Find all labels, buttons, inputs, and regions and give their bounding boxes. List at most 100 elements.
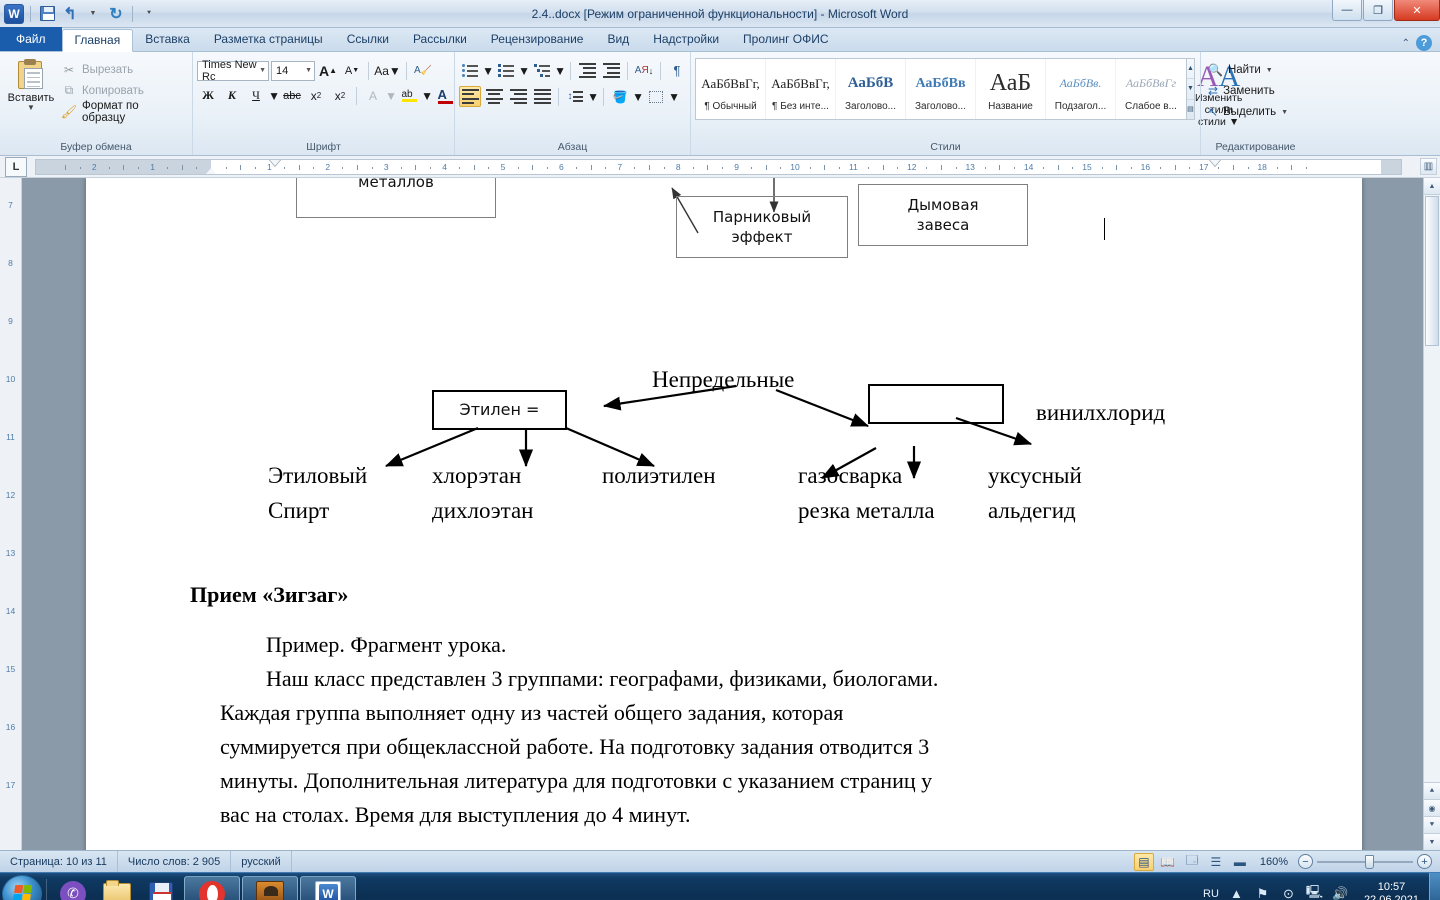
horizontal-ruler[interactable]: 2 1 1 2 3 4 5 6 7 8 9 10 11 12 13 14 15 16 17 18 — [35, 158, 1402, 175]
close-button[interactable]: ✕ — [1394, 0, 1440, 21]
diagram-box-greenhouse-effect[interactable]: Парниковый эффект — [676, 196, 848, 258]
diagram-box-empty[interactable] — [868, 384, 1004, 424]
underline-button[interactable]: Ч — [245, 85, 267, 106]
font-size-input[interactable]: 14 ▼ — [271, 60, 315, 81]
chevron-down-icon[interactable]: ▼ — [305, 67, 312, 74]
taskbar-explorer[interactable] — [95, 875, 139, 900]
superscript-button[interactable]: x2 — [329, 85, 351, 106]
view-web-layout-icon[interactable]: 🗔 — [1182, 853, 1202, 871]
tab-view[interactable]: Вид — [595, 28, 641, 51]
font-name-input[interactable]: Times New Rc ▼ — [197, 59, 269, 83]
grow-font-button[interactable]: A ▲ — [317, 60, 339, 81]
select-browse-object-button[interactable]: ◉ — [1424, 799, 1440, 816]
zoom-level[interactable]: 160% — [1260, 856, 1288, 868]
chevron-down-icon[interactable]: ▼ — [27, 104, 35, 112]
chevron-down-icon[interactable]: ▼ — [1187, 79, 1194, 100]
volume-icon[interactable]: 🔊 — [1332, 885, 1349, 900]
tab-mailings[interactable]: Рассылки — [401, 28, 479, 51]
taskbar-task-photo[interactable] — [242, 875, 298, 900]
bullets-dropdown-icon[interactable]: ▼ — [482, 60, 494, 81]
show-formatting-marks-button[interactable]: ¶ — [666, 60, 688, 81]
font-color-button[interactable]: A — [434, 85, 456, 106]
shading-dropdown-icon[interactable]: ▼ — [632, 86, 644, 107]
view-full-screen-reading-icon[interactable]: 📖 — [1158, 853, 1178, 871]
borders-button[interactable] — [645, 86, 667, 107]
style-normal[interactable]: АаБбВвГг, ¶ Обычный — [696, 59, 766, 119]
chevron-down-icon[interactable]: ▼ — [1281, 109, 1288, 116]
scroll-down-button[interactable]: ▼ — [1424, 833, 1440, 850]
tab-insert[interactable]: Вставка — [133, 28, 202, 51]
align-right-button[interactable] — [507, 86, 529, 107]
restore-button[interactable]: ❐ — [1363, 0, 1393, 21]
numbering-dropdown-icon[interactable]: ▼ — [518, 60, 530, 81]
tray-language[interactable]: RU — [1203, 888, 1219, 900]
paste-button[interactable]: Вставить ▼ — [4, 57, 58, 112]
view-draft-icon[interactable]: ▬ — [1230, 853, 1250, 871]
sort-button[interactable]: A Я ↓ — [633, 60, 655, 81]
redo-arrow-icon[interactable]: ↻ — [106, 4, 126, 24]
chevron-down-icon[interactable]: ▼ — [1266, 67, 1273, 74]
zoom-slider[interactable] — [1317, 854, 1413, 869]
tab-references[interactable]: Ссылки — [335, 28, 401, 51]
start-button[interactable] — [2, 874, 42, 900]
style-title[interactable]: АаБ Название — [976, 59, 1046, 119]
clear-formatting-button[interactable]: A 🧹 — [412, 60, 434, 81]
format-painter-button[interactable]: 🖌 Формат по образцу — [58, 100, 188, 124]
cut-button[interactable]: ✂ Вырезать — [58, 60, 188, 79]
highlight-dropdown-icon[interactable]: ▼ — [421, 85, 433, 106]
underline-dropdown-icon[interactable]: ▼ — [268, 85, 280, 106]
multilevel-dropdown-icon[interactable]: ▼ — [554, 60, 566, 81]
flag-icon[interactable]: ⚑ — [1254, 885, 1271, 900]
taskbar-task-opera[interactable] — [184, 875, 240, 900]
status-language[interactable]: русский — [231, 851, 292, 872]
scrollbar-thumb[interactable] — [1425, 196, 1439, 346]
zoom-in-button[interactable]: + — [1417, 854, 1432, 869]
bullets-button[interactable] — [459, 60, 481, 81]
find-button[interactable]: 🔍 Найти ▼ — [1205, 60, 1291, 80]
tab-file[interactable]: Файл — [0, 27, 62, 51]
chevron-up-icon[interactable]: ▲ — [1228, 885, 1245, 900]
styles-gallery-scroll[interactable]: ▲ ▼ ▤ — [1187, 58, 1195, 120]
diagram-box-ethylene[interactable]: Этилен = — [432, 390, 567, 430]
taskbar-viber[interactable]: ✆ — [51, 875, 95, 900]
show-desktop-button[interactable] — [1429, 872, 1440, 900]
decrease-indent-button[interactable] — [576, 60, 598, 81]
action-center-icon[interactable]: ⊙ — [1280, 885, 1297, 900]
taskbar-task-word[interactable]: W — [300, 875, 356, 900]
undo-dropdown-icon[interactable]: ▼ — [83, 4, 103, 24]
shrink-font-button[interactable]: A ▼ — [341, 60, 363, 81]
change-case-button[interactable]: Aa ▼ — [374, 60, 401, 81]
style-heading-2[interactable]: АаБбВв Заголово... — [906, 59, 976, 119]
chevron-up-icon[interactable]: ▲ — [1187, 59, 1194, 80]
view-print-layout-icon[interactable]: ▤ — [1133, 852, 1154, 871]
taskbar-save-app[interactable] — [139, 875, 183, 900]
style-subtitle[interactable]: АаБбВв. Подзагол... — [1046, 59, 1116, 119]
view-ruler-toggle-icon[interactable]: ▥ — [1420, 158, 1437, 175]
style-subtle-emphasis[interactable]: АаБбВвГг Слабое в... — [1116, 59, 1186, 119]
tab-review[interactable]: Рецензирование — [479, 28, 596, 51]
network-icon[interactable]: 🖳 — [1306, 884, 1323, 900]
style-no-spacing[interactable]: АаБбВвГг, ¶ Без инте... — [766, 59, 836, 119]
justify-button[interactable] — [531, 86, 553, 107]
diagram-box-metally[interactable]: металлов — [296, 178, 496, 218]
align-left-button[interactable] — [459, 86, 481, 107]
word-logo-icon[interactable]: W — [4, 3, 24, 24]
status-word-count[interactable]: Число слов: 2 905 — [118, 851, 232, 872]
chevron-up-icon[interactable]: ⌃ — [1402, 38, 1410, 49]
zoom-slider-thumb[interactable] — [1365, 854, 1374, 869]
shading-button[interactable]: 🪣 — [609, 86, 631, 107]
next-page-button[interactable]: ⯆ — [1424, 816, 1440, 833]
multilevel-list-button[interactable] — [531, 60, 553, 81]
right-indent-marker[interactable] — [1209, 159, 1222, 166]
tab-home[interactable]: Главная — [61, 29, 134, 52]
line-spacing-button[interactable]: ↕ — [564, 86, 586, 107]
borders-dropdown-icon[interactable]: ▼ — [668, 86, 680, 107]
previous-page-button[interactable]: ⯅ — [1424, 782, 1440, 799]
text-effects-dropdown-icon[interactable]: ▼ — [385, 85, 397, 106]
tab-stop-selector[interactable]: L — [5, 156, 27, 177]
highlight-color-button[interactable]: ab — [398, 85, 420, 106]
copy-button[interactable]: ⧉ Копировать — [58, 81, 188, 100]
increase-indent-button[interactable] — [600, 60, 622, 81]
status-page[interactable]: Страница: 10 из 11 — [0, 851, 118, 872]
align-center-button[interactable] — [483, 86, 505, 107]
